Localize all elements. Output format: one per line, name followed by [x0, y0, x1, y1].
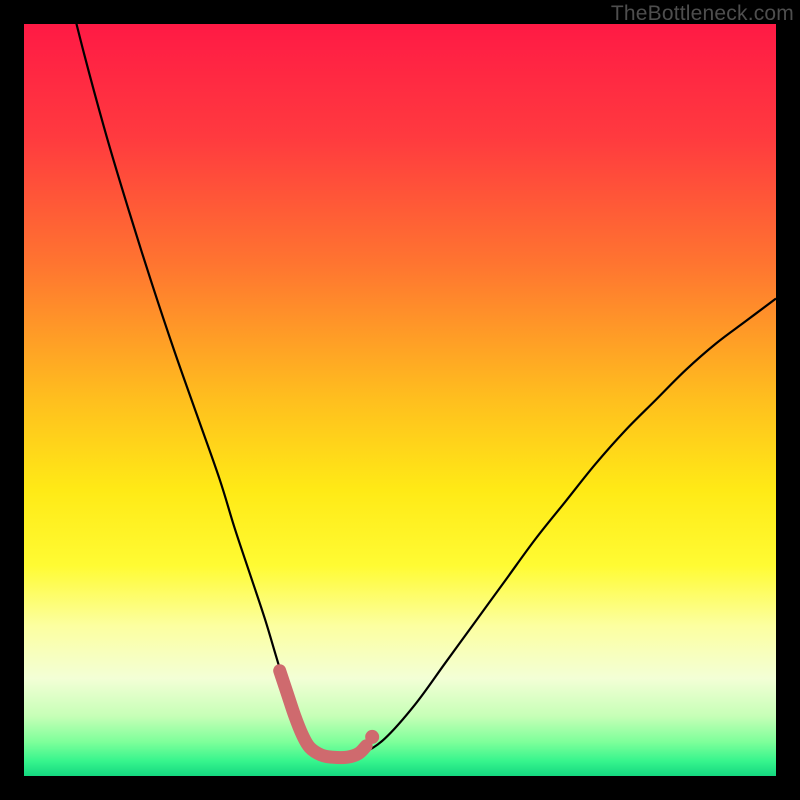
- chart-svg: [24, 24, 776, 776]
- plot-area: [24, 24, 776, 776]
- gradient-background: [24, 24, 776, 776]
- outer-frame: TheBottleneck.com: [0, 0, 800, 800]
- highlight-dot: [365, 730, 379, 744]
- watermark-text: TheBottleneck.com: [611, 2, 794, 26]
